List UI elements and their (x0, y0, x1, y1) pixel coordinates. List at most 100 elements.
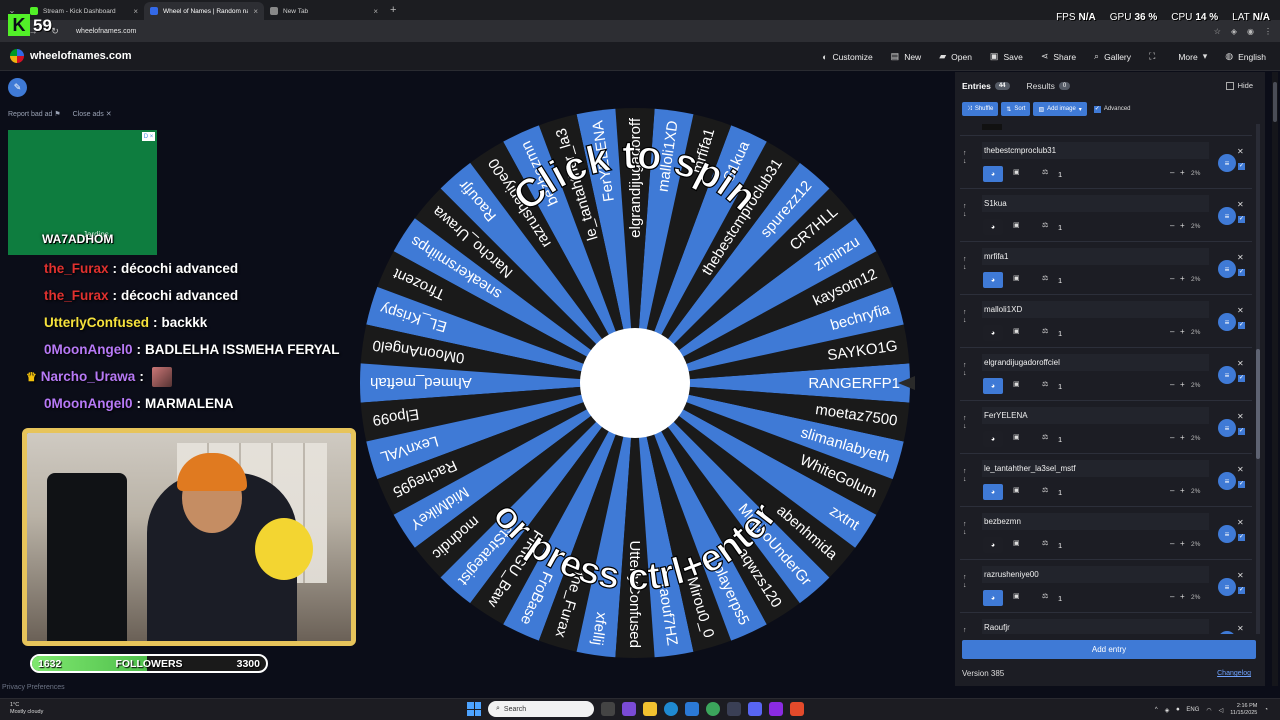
new-tab-button[interactable]: + (390, 4, 396, 16)
entry-settings-button[interactable]: ≡ (1218, 631, 1236, 634)
color-picker-button[interactable]: ◕ (983, 431, 1003, 447)
menu-item-gallery[interactable]: ⌕ Gallery (1094, 51, 1131, 62)
increase-weight-button[interactable]: + (1180, 380, 1185, 389)
decrease-weight-button[interactable]: – (1170, 592, 1174, 601)
image-icon[interactable]: ▣ (1013, 327, 1020, 335)
entry-enabled-checkbox[interactable]: ✓ (1238, 322, 1245, 329)
increase-weight-button[interactable]: + (1180, 221, 1185, 230)
weight-value[interactable]: 1 (1058, 223, 1062, 232)
taskbar-search[interactable]: ⌕ Search (488, 701, 594, 717)
close-icon[interactable]: × (373, 7, 378, 16)
brave-icon[interactable] (790, 702, 804, 716)
entry-enabled-checkbox[interactable]: ✓ (1238, 163, 1245, 170)
entry-name-input[interactable]: S1kua (982, 195, 1209, 212)
page-scrollbar-thumb[interactable] (1273, 82, 1277, 122)
entry-name-input[interactable]: elgrandijugadoroffciel (982, 354, 1209, 371)
wheel-center[interactable] (580, 328, 690, 438)
entry-enabled-checkbox[interactable]: ✓ (1238, 428, 1245, 435)
task-view-icon[interactable] (601, 702, 615, 716)
entry-name-input[interactable]: malloli1XD (982, 301, 1209, 318)
increase-weight-button[interactable]: + (1180, 274, 1185, 283)
weight-value[interactable]: 1 (1058, 382, 1062, 391)
entry-settings-button[interactable]: ≡ (1218, 419, 1236, 437)
mic-icon[interactable]: ⏺ (1176, 707, 1179, 714)
discord-icon[interactable] (748, 702, 762, 716)
wifi-icon[interactable]: ◠ (1206, 707, 1211, 714)
close-icon[interactable]: × (253, 7, 258, 16)
sort-button[interactable]: ⇅ Sort (1001, 102, 1031, 116)
image-icon[interactable]: ▣ (1013, 539, 1020, 547)
delete-entry-icon[interactable]: ✕ (1237, 624, 1244, 633)
extension-icon[interactable]: ◈ (1231, 27, 1237, 36)
page-scrollbar[interactable] (1272, 72, 1278, 686)
delete-entry-icon[interactable]: ✕ (1237, 571, 1244, 580)
scrollbar-thumb[interactable] (1256, 349, 1260, 459)
color-picker-button[interactable]: ◕ (983, 484, 1003, 500)
color-picker-button[interactable]: ◕ (983, 219, 1003, 235)
site-brand[interactable]: wheelofnames.com (10, 49, 131, 63)
menu-item-customize[interactable]: ◐ Customize (822, 52, 873, 62)
reorder-arrows[interactable]: ↑↓ (963, 415, 967, 430)
color-picker-button[interactable]: ◕ (983, 325, 1003, 341)
reorder-arrows[interactable]: ↑↓ (963, 150, 967, 165)
entry-name-input[interactable]: Raoufjr (982, 619, 1209, 634)
close-icon[interactable]: × (133, 7, 138, 16)
advanced-checkbox[interactable]: ✓ Advanced (1093, 105, 1131, 113)
spin-wheel[interactable]: RANGERFP1SAYKO1Gbechryfiakaysotn12ziminz… (355, 100, 915, 665)
color-picker-button[interactable]: ◕ (983, 166, 1003, 182)
reorder-arrows[interactable]: ↑↓ (963, 203, 967, 218)
menu-item-more[interactable]: More ▾ (1178, 51, 1207, 62)
entry-enabled-checkbox[interactable]: ✓ (1238, 269, 1245, 276)
decrease-weight-button[interactable]: – (1170, 168, 1174, 177)
image-icon[interactable]: ▣ (1013, 486, 1020, 494)
browser-menu-icon[interactable]: ⋮ (1264, 27, 1272, 36)
entry-settings-button[interactable]: ≡ (1218, 472, 1236, 490)
increase-weight-button[interactable]: + (1180, 486, 1185, 495)
changelog-link[interactable]: Changelog (1217, 670, 1251, 677)
tab-entries[interactable]: Entries 44 (962, 81, 1010, 91)
app-icon-3[interactable] (769, 702, 783, 716)
decrease-weight-button[interactable]: – (1170, 327, 1174, 336)
reorder-arrows[interactable]: ↑↓ (963, 256, 967, 271)
reorder-arrows[interactable]: ↑↓ (963, 521, 967, 536)
entry-enabled-checkbox[interactable]: ✓ (1238, 481, 1245, 488)
entry-enabled-checkbox[interactable]: ✓ (1238, 375, 1245, 382)
entry-name-input[interactable]: mrfifa1 (982, 248, 1209, 265)
color-picker-button[interactable]: ◕ (983, 272, 1003, 288)
increase-weight-button[interactable]: + (1180, 539, 1185, 548)
entry-settings-button[interactable]: ≡ (1218, 207, 1236, 225)
app-icon-2[interactable] (727, 702, 741, 716)
decrease-weight-button[interactable]: – (1170, 380, 1174, 389)
image-icon[interactable]: ▣ (1013, 592, 1020, 600)
add-image-button[interactable]: ▧ Add image ▾ (1033, 102, 1087, 116)
delete-entry-icon[interactable]: ✕ (1237, 465, 1244, 474)
volume-icon[interactable]: ◁ (1219, 707, 1224, 714)
reorder-arrows[interactable]: ↑↓ (963, 574, 967, 589)
image-icon[interactable]: ▣ (1013, 433, 1020, 441)
color-picker-button[interactable]: ◕ (983, 378, 1003, 394)
edge-icon[interactable] (664, 702, 678, 716)
decrease-weight-button[interactable]: – (1170, 274, 1174, 283)
bookmark-star-icon[interactable]: ☆ (1214, 27, 1221, 36)
notification-bell-icon[interactable]: ◔ (1264, 707, 1268, 713)
app-icon-1[interactable] (622, 702, 636, 716)
entry-name-input[interactable]: razrusheniye00 (982, 566, 1209, 583)
profile-icon[interactable]: ◉ (1247, 27, 1254, 36)
increase-weight-button[interactable]: + (1180, 327, 1185, 336)
weight-value[interactable]: 1 (1058, 170, 1062, 179)
decrease-weight-button[interactable]: – (1170, 221, 1174, 230)
increase-weight-button[interactable]: + (1180, 168, 1185, 177)
increase-weight-button[interactable]: + (1180, 433, 1185, 442)
clock[interactable]: 2:16 PM 11/15/2025 (1230, 703, 1257, 717)
store-icon[interactable] (685, 702, 699, 716)
entry-enabled-checkbox[interactable]: ✓ (1238, 216, 1245, 223)
add-entry-button[interactable]: Add entry (962, 640, 1256, 659)
decrease-weight-button[interactable]: – (1170, 433, 1174, 442)
browser-tab[interactable]: New Tab × (264, 2, 384, 20)
close-ads-link[interactable]: Close ads ✕ (73, 110, 112, 118)
edit-pencil-button[interactable]: ✎ (8, 78, 27, 97)
delete-entry-icon[interactable]: ✕ (1237, 253, 1244, 262)
tab-results[interactable]: Results 0 (1027, 81, 1071, 91)
chrome-icon[interactable] (706, 702, 720, 716)
color-picker-button[interactable]: ◕ (983, 590, 1003, 606)
